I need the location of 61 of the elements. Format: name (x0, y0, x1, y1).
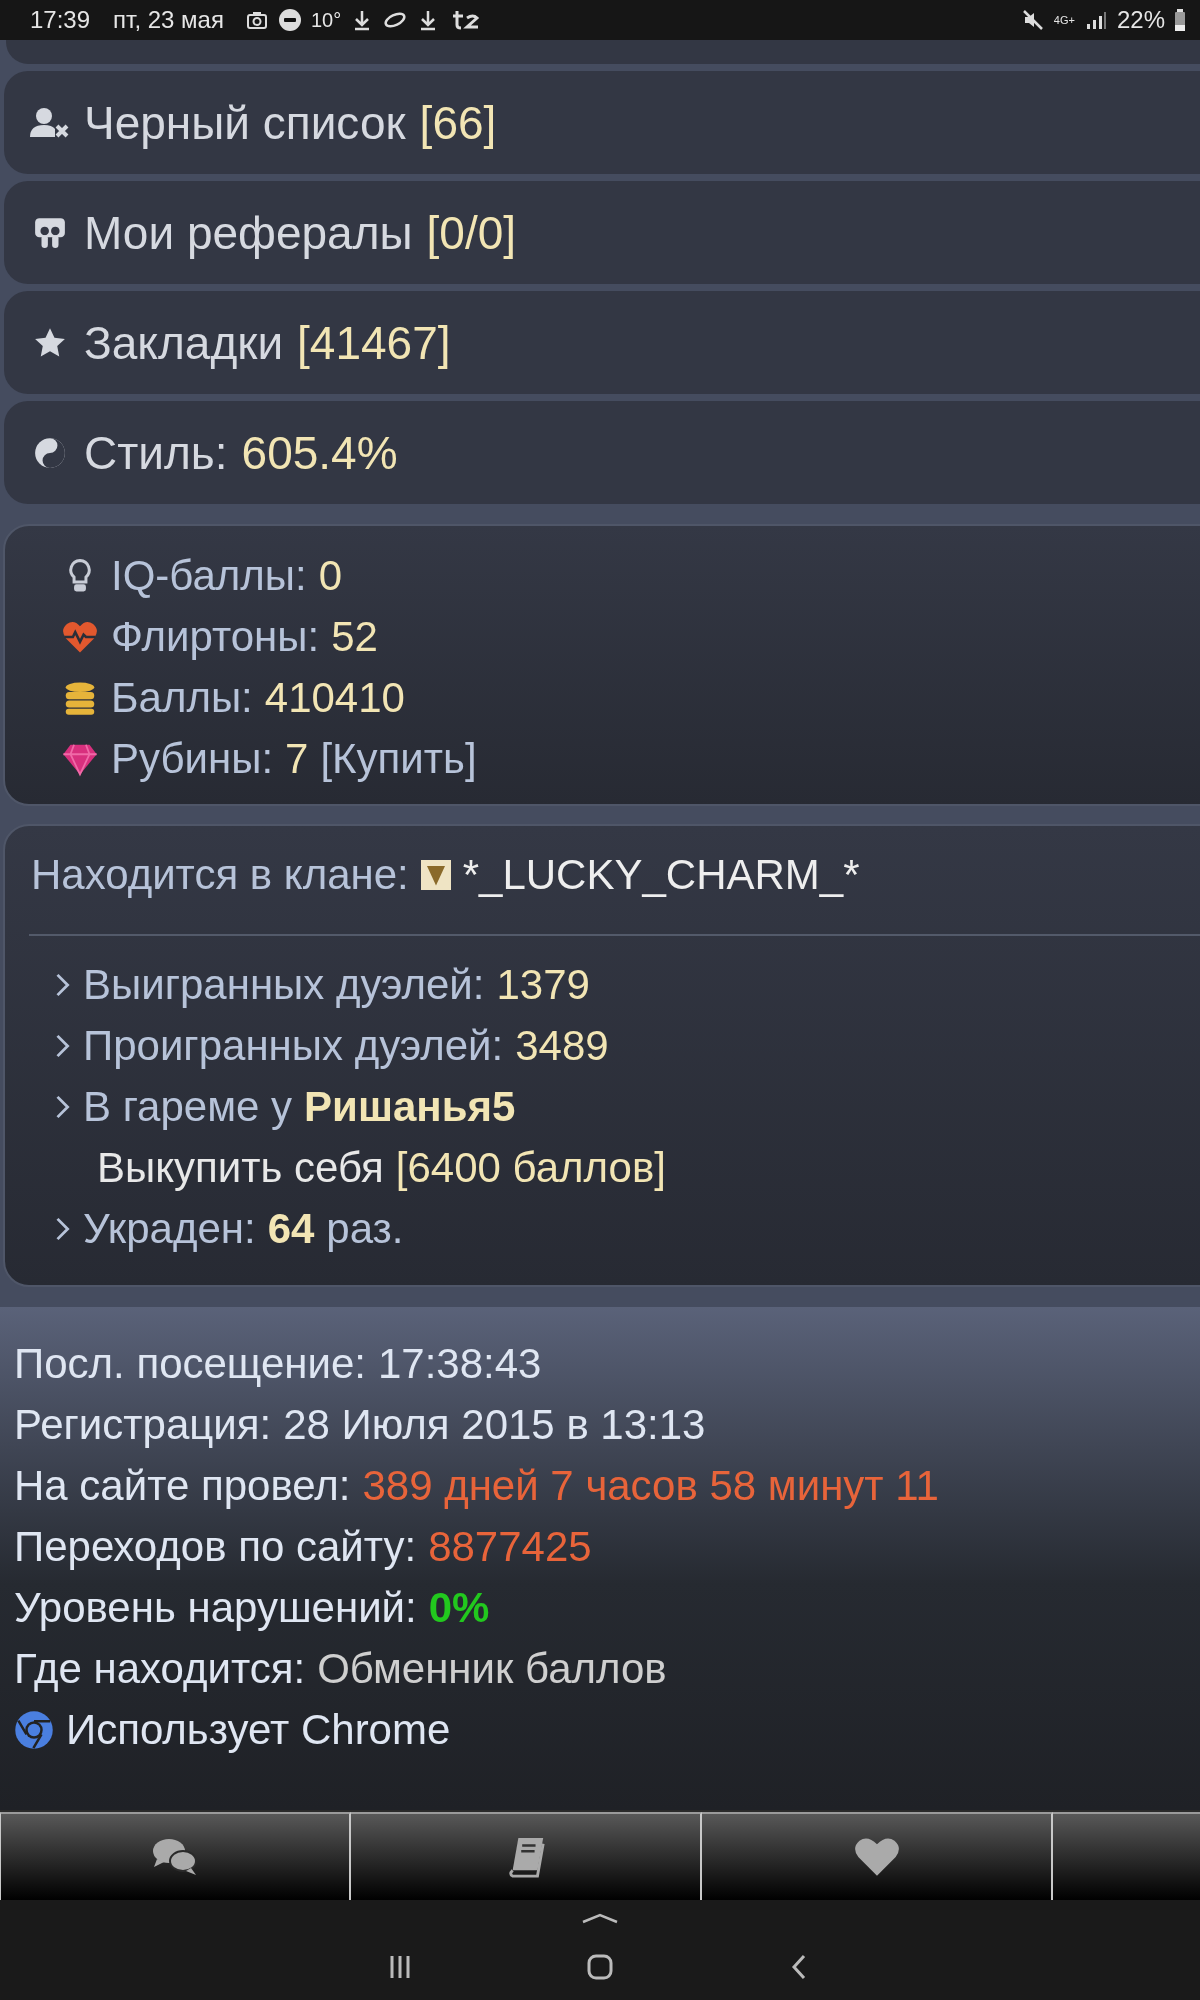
balance-label: Рубины: (111, 734, 274, 783)
stat-value: 3489 (515, 1021, 609, 1070)
info-label: На сайте провел: (14, 1461, 351, 1510)
balance-value: 52 (331, 612, 378, 661)
info-value: 389 дней 7 часов 58 минут 11 (362, 1461, 939, 1510)
stat-label: В гареме у (83, 1082, 293, 1131)
clan-label: Находится в клане: (31, 851, 409, 899)
balance-label: Баллы: (111, 673, 253, 722)
clock: 17:39 (30, 6, 91, 34)
heart-icon (852, 1836, 901, 1878)
menu-label: Мои рефералы (84, 205, 413, 260)
balance-value: 0 (318, 551, 342, 600)
menu-item[interactable]: Закладки [41467] (4, 291, 1200, 394)
menu-label: Черный список (84, 95, 406, 150)
menu-label: Закладки (84, 315, 284, 370)
info-value: 8877425 (428, 1522, 592, 1571)
info-value: 0% (428, 1583, 490, 1632)
buy-link[interactable]: [Купить] (320, 734, 477, 783)
battery-percent: 22% (1116, 6, 1165, 34)
balance-value: 410410 (264, 673, 405, 722)
menu-item[interactable]: Черный список [66] (4, 71, 1200, 174)
menu-count: 605.4% (241, 425, 398, 480)
info-value: Обменник баллов (317, 1644, 667, 1693)
stat-value: 1379 (496, 960, 590, 1009)
chevron-up-icon[interactable] (580, 1912, 620, 1924)
home-icon[interactable] (585, 1952, 615, 1982)
stat-suffix: раз. (326, 1204, 404, 1253)
info-label: Уровень нарушений: (14, 1583, 417, 1632)
balance-label: Флиртоны: (111, 612, 320, 661)
browser-label: Использует Chrome (66, 1705, 451, 1754)
menu-count: [41467] (297, 315, 451, 370)
date: пт, 23 мая (113, 6, 224, 34)
stat-value[interactable]: [6400 баллов] (395, 1143, 666, 1192)
menu-count: [66] (419, 95, 497, 150)
stat-label: Выкупить себя (97, 1143, 384, 1192)
menu-item[interactable]: Стиль: 605.4% (4, 401, 1200, 504)
clan-emblem-icon (420, 860, 451, 890)
info-label: Посл. посещение: (14, 1339, 366, 1388)
info-label: Где находится: (14, 1644, 306, 1693)
browser-icon (14, 1709, 54, 1750)
balance-value: 7 (285, 734, 309, 783)
chat-icon (151, 1836, 199, 1878)
menu-count: [0/0] (426, 205, 517, 260)
info-value: 17:38:43 (378, 1339, 542, 1388)
battery-icon (1174, 8, 1186, 32)
balance-label: IQ-баллы: (111, 551, 307, 600)
menu-item[interactable]: Мои рефералы [0/0] (4, 181, 1200, 284)
stat-value: 64 (267, 1204, 315, 1253)
user-remove-icon (30, 105, 70, 140)
temperature: 10° (310, 8, 342, 32)
info-label: Переходов по сайту: (14, 1522, 417, 1571)
menu-label: Стиль: (84, 425, 228, 480)
stat-label: Выигранных дуэлей: (83, 960, 485, 1009)
mute-icon (1020, 8, 1045, 32)
stat-label: Украден: (83, 1204, 256, 1253)
clan-name[interactable]: *_LUCKY_CHARM_* (462, 851, 860, 899)
stat-value: Ришанья5 (304, 1082, 516, 1131)
info-value: 28 Июля 2015 в 13:13 (283, 1400, 706, 1449)
stat-label: Проигранных дуэлей: (83, 1021, 504, 1070)
network-label: 4G+ (1053, 14, 1075, 26)
info-label: Регистрация: (14, 1400, 272, 1449)
